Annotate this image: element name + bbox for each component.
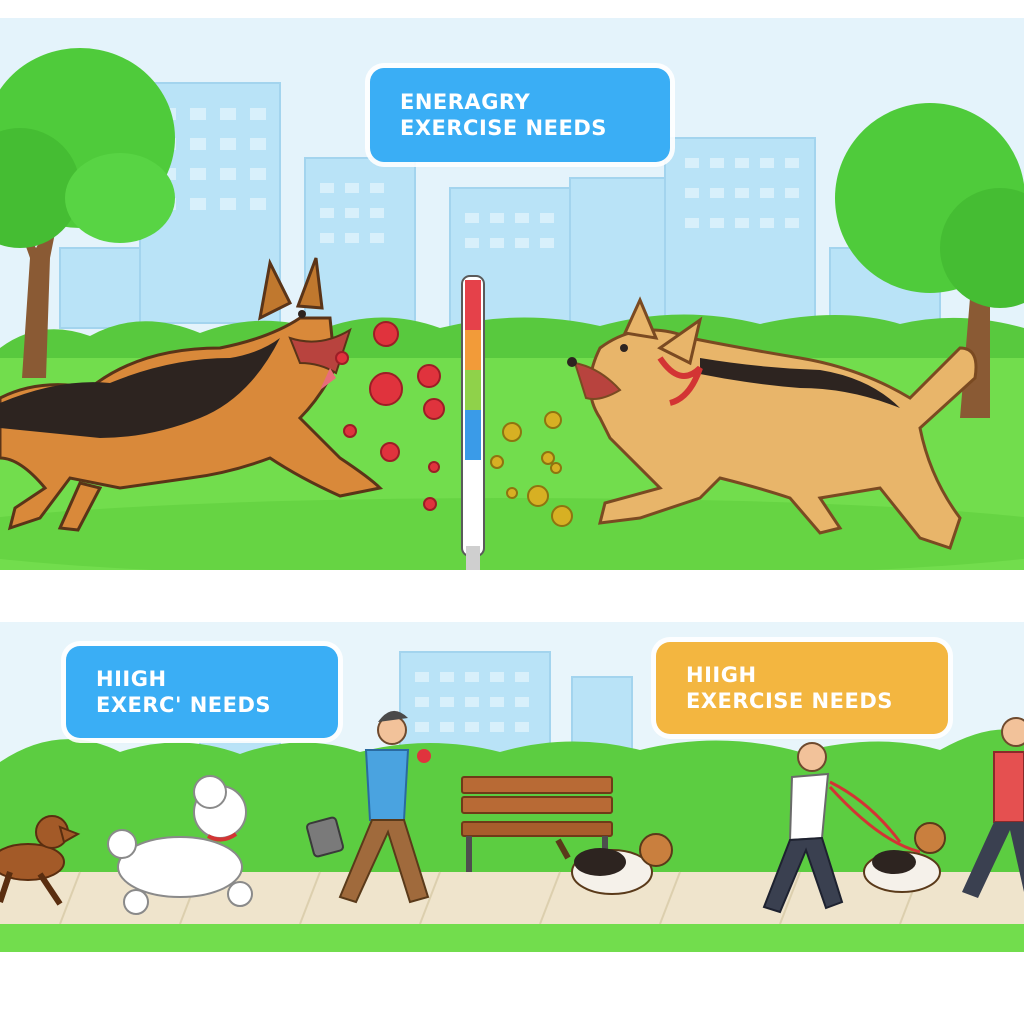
- ball-icon: [380, 442, 400, 462]
- ball-icon: [541, 451, 555, 465]
- ball-icon: [506, 487, 518, 499]
- right-label-line2: EXERCISE NEEDS: [686, 689, 893, 713]
- grass-strip: [0, 924, 1024, 952]
- ball-icon: [551, 505, 573, 527]
- ball-icon: [550, 462, 562, 474]
- ball-icon: [373, 321, 399, 347]
- ball-icon: [423, 398, 445, 420]
- ball-icon: [428, 461, 440, 473]
- ball-icon: [369, 372, 403, 406]
- high-exercise-needs-label-left: HIIGH EXERC' NEEDS: [66, 646, 338, 738]
- top-scene-panel: ENERAGRY EXERCISE NEEDS: [0, 18, 1024, 570]
- ball-icon: [544, 411, 562, 429]
- top-label-line2: EXERCISE NEEDS: [400, 116, 607, 140]
- ball-icon: [423, 497, 437, 511]
- building-icon: [569, 177, 666, 329]
- ball-icon: [490, 455, 504, 469]
- ball-icon: [502, 422, 522, 442]
- left-label-line2: EXERC' NEEDS: [96, 693, 272, 717]
- ball-icon: [527, 485, 549, 507]
- bottom-scene-panel: HIIGH EXERC' NEEDS HIIGH EXERCISE NEEDS: [0, 622, 1024, 952]
- high-exercise-needs-label-right: HIIGH EXERCISE NEEDS: [656, 642, 948, 734]
- building-icon: [59, 247, 141, 329]
- left-label-line1: HIIGH: [96, 666, 167, 691]
- ball-icon: [335, 351, 349, 365]
- ball-icon: [417, 364, 441, 388]
- energy-exercise-label: ENERAGRY EXERCISE NEEDS: [370, 68, 670, 162]
- right-label-line1: HIIGH: [686, 662, 757, 687]
- top-label-line1: ENERAGRY: [400, 89, 531, 114]
- ball-icon: [343, 424, 357, 438]
- meter-icon: [461, 275, 485, 570]
